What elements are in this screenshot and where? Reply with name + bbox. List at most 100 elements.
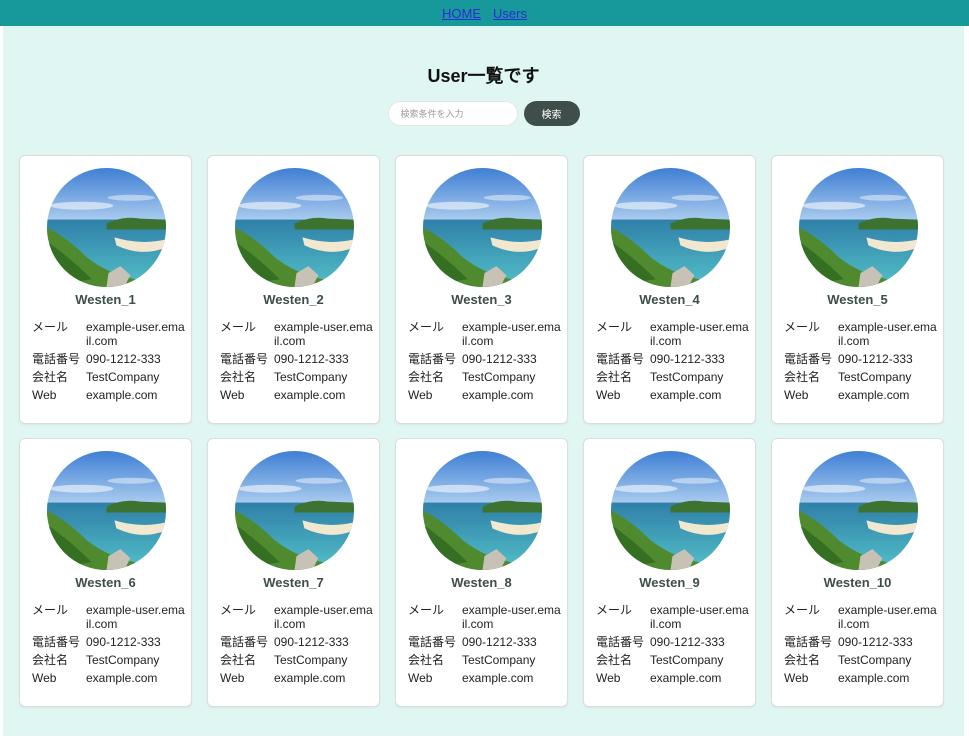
- email-value: example-user.email.com: [650, 603, 749, 631]
- user-info: メール example-user.email.com 電話番号 090-1212-3…: [784, 603, 938, 689]
- phone-row: 電話番号 090-1212-333: [32, 352, 186, 366]
- users-link[interactable]: Users: [493, 6, 527, 21]
- company-label: 会社名: [784, 370, 821, 384]
- company-label: 会社名: [408, 370, 445, 384]
- user-card: Westen_9 メール example-user.email.com 電話番号 0…: [583, 438, 756, 707]
- user-name: Westen_5: [827, 292, 888, 307]
- phone-label: 電話番号: [220, 352, 269, 366]
- company-row: 会社名 TestCompany: [596, 370, 750, 384]
- user-card: Westen_8 メール example-user.email.com 電話番号 0…: [395, 438, 568, 707]
- user-info: メール example-user.email.com 電話番号 090-1212-3…: [32, 603, 186, 689]
- email-value: example-user.email.com: [838, 603, 937, 631]
- phone-label: 電話番号: [220, 635, 269, 649]
- company-value: TestCompany: [462, 370, 536, 384]
- user-name: Westen_2: [263, 292, 324, 307]
- email-value: example-user.email.com: [86, 603, 185, 631]
- email-label: メール: [784, 603, 821, 617]
- phone-value: 090-1212-333: [650, 635, 725, 649]
- home-link[interactable]: HOME: [442, 6, 481, 21]
- phone-row: 電話番号 090-1212-333: [32, 635, 186, 649]
- company-row: 会社名 TestCompany: [220, 370, 374, 384]
- web-row: Web example.com: [32, 671, 186, 685]
- email-label: メール: [596, 320, 633, 334]
- web-value: example.com: [650, 671, 722, 685]
- phone-value: 090-1212-333: [274, 352, 349, 366]
- web-value: example.com: [462, 671, 534, 685]
- user-name: Westen_7: [263, 575, 324, 590]
- web-row: Web example.com: [220, 671, 374, 685]
- phone-row: 電話番号 090-1212-333: [596, 352, 750, 366]
- company-row: 会社名 TestCompany: [220, 653, 374, 667]
- company-value: TestCompany: [86, 370, 160, 384]
- web-value: example.com: [838, 388, 910, 402]
- main-content: User一覧です 検索 Westen_1 メール example-user.ema…: [3, 26, 964, 736]
- search-bar: 検索: [3, 101, 964, 126]
- company-value: TestCompany: [838, 370, 912, 384]
- company-label: 会社名: [220, 370, 257, 384]
- phone-row: 電話番号 090-1212-333: [408, 635, 562, 649]
- user-info: メール example-user.email.com 電話番号 090-1212-3…: [220, 603, 374, 689]
- web-value: example.com: [650, 388, 722, 402]
- company-value: TestCompany: [462, 653, 536, 667]
- email-label: メール: [220, 320, 257, 334]
- user-name: Westen_3: [451, 292, 512, 307]
- company-value: TestCompany: [274, 653, 348, 667]
- phone-value: 090-1212-333: [838, 352, 913, 366]
- web-label: Web: [220, 388, 245, 402]
- web-value: example.com: [274, 671, 346, 685]
- web-row: Web example.com: [784, 671, 938, 685]
- phone-value: 090-1212-333: [274, 635, 349, 649]
- web-value: example.com: [86, 671, 158, 685]
- user-card: Westen_10 メール example-user.email.com 電話番号…: [771, 438, 944, 707]
- company-row: 会社名 TestCompany: [408, 370, 562, 384]
- web-label: Web: [408, 388, 433, 402]
- web-value: example.com: [462, 388, 534, 402]
- avatar: [423, 168, 542, 287]
- user-info: メール example-user.email.com 電話番号 090-1212-3…: [32, 320, 186, 406]
- user-info: メール example-user.email.com 電話番号 090-1212-3…: [220, 320, 374, 406]
- avatar: [235, 451, 354, 570]
- web-label: Web: [32, 388, 57, 402]
- email-row: メール example-user.email.com: [220, 320, 374, 348]
- email-row: メール example-user.email.com: [596, 320, 750, 348]
- search-input[interactable]: [387, 101, 518, 126]
- email-value: example-user.email.com: [274, 603, 373, 631]
- phone-row: 電話番号 090-1212-333: [220, 352, 374, 366]
- user-name: Westen_8: [451, 575, 512, 590]
- email-row: メール example-user.email.com: [32, 320, 186, 348]
- email-value: example-user.email.com: [462, 603, 561, 631]
- web-label: Web: [220, 671, 245, 685]
- email-value: example-user.email.com: [650, 320, 749, 348]
- user-card: Westen_3 メール example-user.email.com 電話番号 0…: [395, 155, 568, 424]
- search-button[interactable]: 検索: [523, 101, 580, 126]
- web-label: Web: [784, 388, 809, 402]
- company-value: TestCompany: [838, 653, 912, 667]
- company-label: 会社名: [596, 653, 633, 667]
- phone-value: 090-1212-333: [86, 635, 161, 649]
- user-name: Westen_9: [639, 575, 700, 590]
- user-card: Westen_5 メール example-user.email.com 電話番号 0…: [771, 155, 944, 424]
- phone-row: 電話番号 090-1212-333: [220, 635, 374, 649]
- email-label: メール: [408, 603, 445, 617]
- phone-label: 電話番号: [32, 352, 81, 366]
- web-row: Web example.com: [408, 388, 562, 402]
- avatar: [423, 451, 542, 570]
- phone-label: 電話番号: [784, 635, 833, 649]
- user-info: メール example-user.email.com 電話番号 090-1212-3…: [408, 603, 562, 689]
- phone-label: 電話番号: [408, 352, 457, 366]
- page-title: User一覧です: [427, 66, 540, 86]
- user-name: Westen_6: [75, 575, 136, 590]
- avatar: [47, 168, 166, 287]
- company-value: TestCompany: [274, 370, 348, 384]
- user-card-grid: Westen_1 メール example-user.email.com 電話番号 0…: [19, 155, 944, 707]
- email-value: example-user.email.com: [462, 320, 561, 348]
- user-card: Westen_2 メール example-user.email.com 電話番号 0…: [207, 155, 380, 424]
- email-label: メール: [596, 603, 633, 617]
- email-row: メール example-user.email.com: [784, 320, 938, 348]
- email-row: メール example-user.email.com: [32, 603, 186, 631]
- company-label: 会社名: [32, 653, 69, 667]
- user-card: Westen_6 メール example-user.email.com 電話番号 0…: [19, 438, 192, 707]
- email-row: メール example-user.email.com: [596, 603, 750, 631]
- email-value: example-user.email.com: [86, 320, 185, 348]
- web-row: Web example.com: [408, 671, 562, 685]
